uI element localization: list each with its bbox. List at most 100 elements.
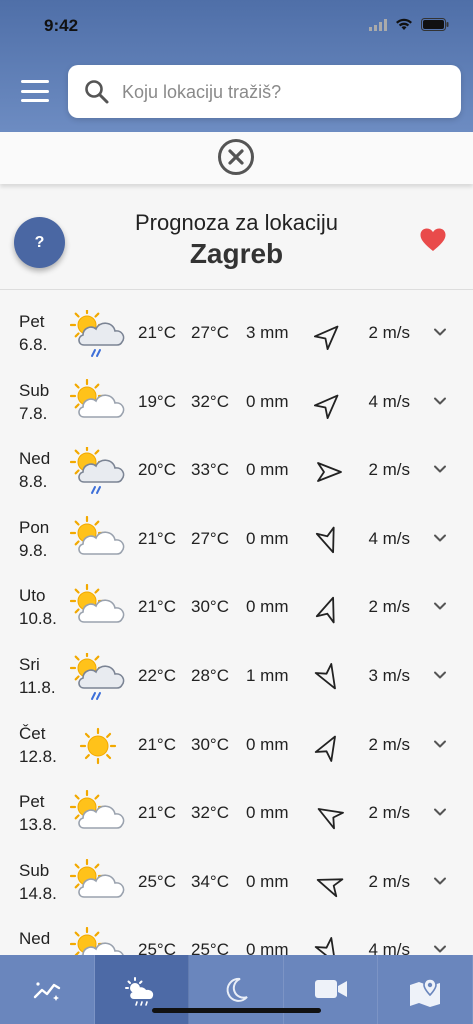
video-camera-icon — [314, 977, 348, 1006]
precipitation: 0 mm — [246, 734, 289, 754]
wind-direction-icon — [314, 594, 344, 624]
tab-map[interactable] — [378, 955, 473, 1024]
forecast-row[interactable]: Sri 11.8. 22°C 28°C 1 mm 3 m/s — [0, 643, 473, 712]
precipitation: 0 mm — [246, 871, 289, 891]
forecast-row[interactable]: Pet 6.8. 21°C 27°C 3 mm 2 m/s — [0, 300, 473, 369]
forecast-day-date: 11.8. — [19, 677, 56, 697]
forecast-date: Pon 9.8. — [19, 516, 49, 562]
wind-speed: 2 m/s — [368, 734, 410, 754]
forecast-day-date: 6.8. — [19, 335, 48, 354]
temp-max: 30°C — [191, 597, 229, 617]
forecast-subtitle: Prognoza za lokaciju — [134, 210, 338, 235]
tab-trend-chart[interactable] — [0, 955, 95, 1024]
wind-direction-icon — [314, 457, 344, 487]
close-icon[interactable] — [217, 138, 255, 176]
wind-direction-icon — [314, 869, 344, 899]
map-icon — [408, 977, 442, 1012]
forecast-date: Čet 12.8. — [19, 722, 57, 768]
chevron-down-icon[interactable] — [432, 667, 448, 683]
temp-min: 19°C — [138, 391, 176, 411]
forecast-date: Sub 14.8. — [19, 859, 57, 905]
temp-min: 21°C — [138, 597, 176, 617]
location-city: Zagreb — [189, 238, 284, 269]
forecast-day: Sub — [19, 380, 50, 400]
chevron-down-icon[interactable] — [432, 530, 448, 546]
forecast-row[interactable]: Sub 14.8. 25°C 34°C 0 mm 2 m/s — [0, 849, 473, 918]
forecast-row[interactable]: Sub 7.8. 19°C 32°C 0 mm 4 m/s — [0, 369, 473, 438]
precipitation: 0 mm — [246, 460, 289, 480]
precipitation: 0 mm — [246, 391, 289, 411]
chevron-down-icon[interactable] — [432, 393, 448, 409]
status-bar: 9:42 — [0, 14, 473, 40]
chevron-down-icon[interactable] — [432, 804, 448, 820]
wind-speed: 3 m/s — [368, 665, 410, 685]
app-header: 9:42 — [0, 0, 473, 132]
temp-min: 21°C — [138, 528, 176, 548]
forecast-day: Pon — [19, 517, 50, 537]
battery-icon — [421, 18, 449, 31]
wind-direction-icon — [314, 800, 344, 830]
wind-speed: 4 m/s — [368, 391, 410, 411]
partly-cloudy-icon — [69, 584, 126, 634]
temp-max: 30°C — [191, 734, 229, 754]
forecast-day: Pet — [19, 312, 45, 331]
status-time: 9:42 — [44, 16, 79, 35]
wind-speed: 4 m/s — [368, 528, 410, 548]
search-bar[interactable] — [68, 65, 461, 118]
forecast-row[interactable]: Ned 8.8. 20°C 33°C 0 mm 2 m/s — [0, 437, 473, 506]
forecast-date: Sub 7.8. — [19, 379, 49, 425]
temp-max: 32°C — [191, 391, 229, 411]
menu-icon[interactable] — [21, 80, 49, 102]
forecast-day: Sri — [19, 654, 40, 674]
home-indicator — [152, 1008, 321, 1013]
precipitation: 1 mm — [246, 665, 289, 685]
wind-direction-icon — [313, 320, 344, 351]
wind-direction-icon — [314, 663, 344, 693]
temp-min: 21°C — [138, 734, 176, 754]
precipitation: 0 mm — [246, 528, 289, 548]
forecast-row[interactable]: Čet 12.8. 21°C 30°C 0 mm 2 m/s — [0, 712, 473, 781]
chevron-down-icon[interactable] — [432, 461, 448, 477]
precipitation: 0 mm — [246, 803, 289, 823]
sun-icon — [70, 722, 126, 772]
chevron-down-icon[interactable] — [432, 736, 448, 752]
forecast-date: Sri 11.8. — [19, 653, 56, 699]
chevron-down-icon[interactable] — [432, 324, 448, 340]
favorite-heart-icon[interactable] — [420, 228, 446, 252]
forecast-day-date: 13.8. — [19, 815, 57, 835]
forecast-row[interactable]: Pet 13.8. 21°C 32°C 0 mm 2 m/s — [0, 780, 473, 849]
partly-cloudy-icon — [69, 858, 126, 909]
trend-chart-icon — [32, 977, 62, 1008]
temp-max: 32°C — [191, 803, 229, 823]
signal-icon — [369, 18, 387, 31]
wind-direction-icon — [314, 526, 344, 556]
forecast-day-date: 14.8. — [19, 883, 57, 903]
forecast-row[interactable]: Pon 9.8. 21°C 27°C 0 mm 4 m/s — [0, 506, 473, 575]
search-input[interactable] — [122, 77, 442, 107]
moon-icon — [223, 977, 249, 1008]
temp-max: 28°C — [191, 665, 229, 685]
weather-forecast-icon — [124, 977, 158, 1012]
forecast-row[interactable]: Uto 10.8. 21°C 30°C 0 mm 2 m/s — [0, 574, 473, 643]
forecast-day-date: 8.8. — [19, 472, 48, 492]
temp-max: 27°C — [191, 323, 229, 342]
chevron-down-icon[interactable] — [432, 598, 448, 614]
search-icon — [85, 80, 109, 104]
tab-bar — [0, 955, 473, 1024]
close-bar — [0, 132, 473, 184]
precipitation: 0 mm — [246, 597, 289, 617]
tab-moon[interactable] — [189, 955, 284, 1024]
temp-max: 33°C — [191, 460, 229, 480]
forecast-day-date: 10.8. — [19, 609, 57, 629]
temp-max: 34°C — [191, 871, 229, 891]
precipitation: 3 mm — [246, 323, 289, 342]
temp-min: 20°C — [138, 460, 176, 480]
tab-weather-forecast[interactable] — [94, 955, 190, 1024]
chevron-down-icon[interactable] — [432, 873, 448, 889]
forecast-date: Pet 6.8. — [19, 310, 47, 356]
forecast-date: Ned 8.8. — [19, 447, 50, 493]
tab-video-camera[interactable] — [284, 955, 379, 1024]
partly-cloudy-rain-icon — [69, 650, 126, 703]
forecast-day-date: 7.8. — [19, 403, 48, 423]
forecast-day: Uto — [19, 586, 46, 606]
